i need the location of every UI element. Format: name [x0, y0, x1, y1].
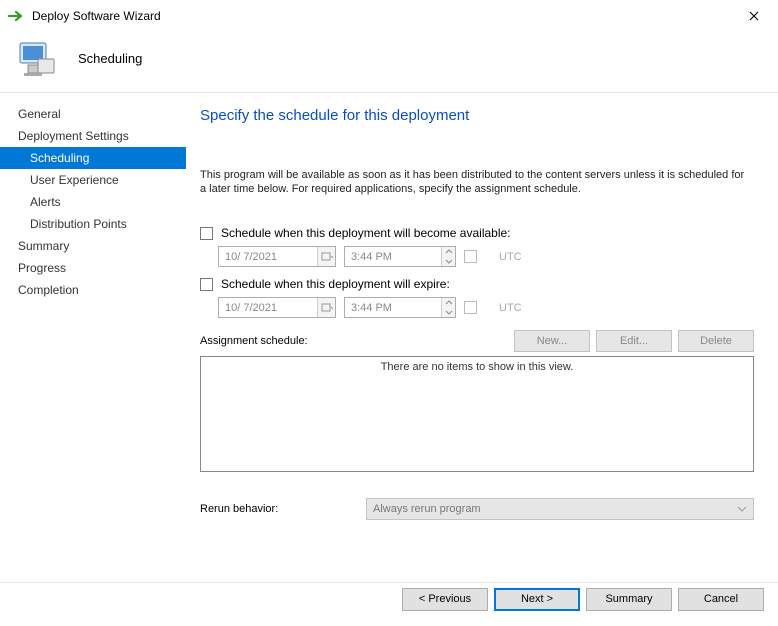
time-spinner-icon[interactable]: [441, 298, 455, 317]
wizard-arrow-icon: [8, 9, 26, 23]
available-time-picker[interactable]: 3:44 PM: [344, 246, 456, 267]
close-button[interactable]: [740, 9, 768, 23]
sidebar-item-progress[interactable]: Progress: [0, 257, 186, 279]
available-date-value: 10/ 7/2021: [219, 251, 317, 263]
sidebar-item-alerts[interactable]: Alerts: [0, 191, 186, 213]
available-date-picker[interactable]: 10/ 7/2021: [218, 246, 336, 267]
expire-time-picker[interactable]: 3:44 PM: [344, 297, 456, 318]
available-time-value: 3:44 PM: [345, 251, 441, 263]
expire-date-value: 10/ 7/2021: [219, 302, 317, 314]
available-utc-checkbox: [464, 250, 477, 263]
wizard-header: Scheduling: [0, 28, 778, 92]
sidebar-item-scheduling[interactable]: Scheduling: [0, 147, 186, 169]
time-spinner-icon[interactable]: [441, 247, 455, 266]
expire-utc-label: UTC: [499, 302, 522, 314]
sidebar-item-deployment-settings[interactable]: Deployment Settings: [0, 125, 186, 147]
titlebar: Deploy Software Wizard: [0, 0, 778, 28]
step-heading: Scheduling: [78, 51, 142, 66]
schedule-expire-checkbox[interactable]: [200, 278, 213, 291]
previous-button[interactable]: < Previous: [402, 588, 488, 611]
page-title: Specify the schedule for this deployment: [200, 107, 754, 124]
schedule-available-checkbox[interactable]: [200, 227, 213, 240]
edit-button: Edit...: [596, 330, 672, 352]
assignment-schedule-label: Assignment schedule:: [200, 335, 508, 347]
rerun-behavior-value: Always rerun program: [373, 503, 481, 515]
window-title: Deploy Software Wizard: [32, 9, 740, 23]
wizard-footer: < Previous Next > Summary Cancel: [0, 582, 778, 626]
wizard-sidebar: General Deployment Settings Scheduling U…: [0, 93, 186, 582]
expire-date-picker[interactable]: 10/ 7/2021: [218, 297, 336, 318]
delete-button: Delete: [678, 330, 754, 352]
assignment-list-empty: There are no items to show in this view.: [201, 357, 753, 373]
schedule-expire-datetime: 10/ 7/2021 3:44 PM UTC: [218, 297, 754, 318]
content-panel: Specify the schedule for this deployment…: [186, 93, 778, 582]
schedule-available-datetime: 10/ 7/2021 3:44 PM UTC: [218, 246, 754, 267]
sidebar-item-distribution-points[interactable]: Distribution Points: [0, 213, 186, 235]
rerun-behavior-label: Rerun behavior:: [200, 503, 366, 515]
calendar-dropdown-icon[interactable]: [317, 247, 335, 266]
schedule-expire-row: Schedule when this deployment will expir…: [200, 277, 754, 291]
assignment-schedule-row: Assignment schedule: New... Edit... Dele…: [200, 330, 754, 352]
available-utc-label: UTC: [499, 251, 522, 263]
expire-time-value: 3:44 PM: [345, 302, 441, 314]
chevron-down-icon: [737, 503, 747, 515]
new-button: New...: [514, 330, 590, 352]
sidebar-item-summary[interactable]: Summary: [0, 235, 186, 257]
computer-icon: [16, 37, 58, 79]
next-button[interactable]: Next >: [494, 588, 580, 611]
description-text: This program will be available as soon a…: [200, 168, 754, 196]
sidebar-item-user-experience[interactable]: User Experience: [0, 169, 186, 191]
summary-button[interactable]: Summary: [586, 588, 672, 611]
rerun-behavior-row: Rerun behavior: Always rerun program: [200, 498, 754, 520]
expire-utc-checkbox: [464, 301, 477, 314]
schedule-expire-label: Schedule when this deployment will expir…: [221, 277, 450, 291]
main-area: General Deployment Settings Scheduling U…: [0, 92, 778, 582]
cancel-button[interactable]: Cancel: [678, 588, 764, 611]
rerun-behavior-select: Always rerun program: [366, 498, 754, 520]
schedule-available-row: Schedule when this deployment will becom…: [200, 226, 754, 240]
assignment-list[interactable]: There are no items to show in this view.: [200, 356, 754, 472]
sidebar-item-general[interactable]: General: [0, 103, 186, 125]
calendar-dropdown-icon[interactable]: [317, 298, 335, 317]
schedule-available-label: Schedule when this deployment will becom…: [221, 226, 511, 240]
sidebar-item-completion[interactable]: Completion: [0, 279, 186, 301]
